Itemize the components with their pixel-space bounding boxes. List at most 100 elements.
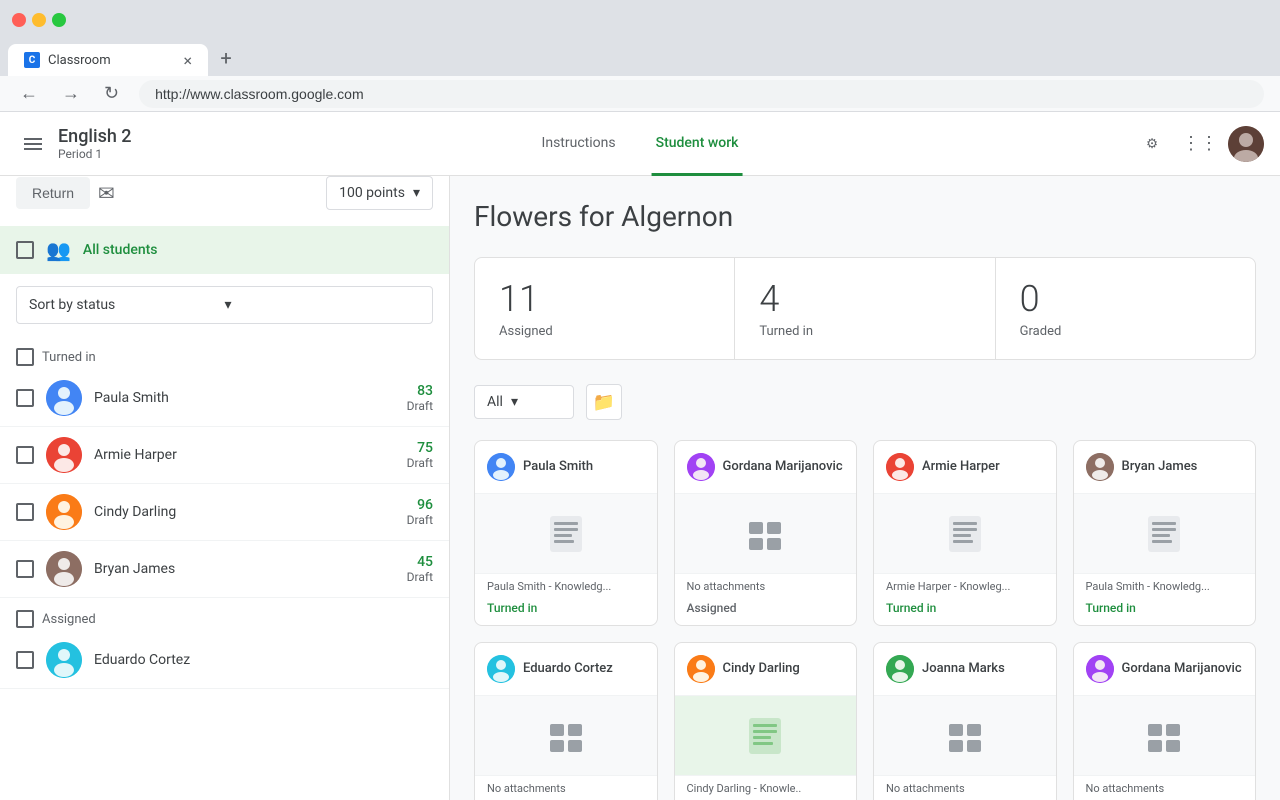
student-row-armie-harper[interactable]: Armie Harper 75 Draft — [0, 427, 449, 484]
mail-icon[interactable]: ✉ — [98, 181, 115, 205]
student-row-cindy-darling[interactable]: Cindy Darling 96 Draft — [0, 484, 449, 541]
no-attachment-icon-joanna — [945, 716, 985, 756]
maximize-dot[interactable] — [52, 13, 66, 27]
doc-thumbnail-icon-bryan — [1144, 514, 1184, 554]
tab-close-button[interactable]: × — [183, 51, 192, 70]
stat-turned-in-num: 4 — [759, 278, 970, 320]
student-card-paula[interactable]: Paula Smith Paula Smith - Knowledg... Tu… — [474, 440, 658, 626]
student-checkbox-cindy[interactable] — [16, 503, 34, 521]
student-row-paula-smith[interactable]: Paula Smith 83 Draft — [0, 370, 449, 427]
stat-turned-in-label: Turned in — [759, 324, 970, 339]
student-card-cindy[interactable]: Cindy Darling Cindy Darling - Knowle.. — [674, 642, 858, 800]
all-students-row[interactable]: 👥 All students — [0, 226, 449, 274]
all-students-checkbox[interactable] — [16, 241, 34, 259]
filter-dropdown-arrow: ▾ — [511, 394, 518, 410]
back-button[interactable]: ← — [16, 79, 42, 108]
brand-info: English 2 Period 1 — [58, 126, 132, 161]
student-checkbox-bryan[interactable] — [16, 560, 34, 578]
student-name-cindy: Cindy Darling — [94, 504, 395, 520]
student-avatar-paula — [46, 380, 82, 416]
address-bar: ← → ↻ — [0, 76, 1280, 112]
student-card-joanna[interactable]: Joanna Marks No attachments — [873, 642, 1057, 800]
card-name-cindy: Cindy Darling — [723, 661, 800, 678]
section-assigned-checkbox[interactable] — [16, 610, 34, 628]
card-status-paula: Turned in — [475, 597, 657, 625]
card-avatar-paula — [487, 453, 515, 481]
card-header-armie: Armie Harper — [874, 441, 1056, 494]
card-header-paula: Paula Smith — [475, 441, 657, 494]
student-row-bryan-james[interactable]: Bryan James 45 Draft — [0, 541, 449, 598]
student-name-bryan: Bryan James — [94, 561, 395, 577]
stat-graded: 0 Graded — [996, 258, 1255, 359]
tab-favicon: C — [24, 52, 40, 68]
stat-assigned: 11 Assigned — [475, 258, 735, 359]
settings-button[interactable]: ⚙ — [1132, 124, 1172, 164]
user-avatar[interactable] — [1228, 126, 1264, 162]
student-card-gordana[interactable]: Gordana Marijanovic No attachments Assig… — [674, 440, 858, 626]
all-students-icon: 👥 — [46, 238, 71, 262]
section-turned-in-checkbox[interactable] — [16, 348, 34, 366]
student-card-bryan[interactable]: Bryan James Paula Smith - Knowledg... Tu… — [1073, 440, 1257, 626]
sort-dropdown-arrow: ▾ — [225, 297, 421, 313]
card-header-gordana: Gordana Marijanovic — [675, 441, 857, 494]
apps-button[interactable]: ⋮⋮ — [1180, 124, 1220, 164]
stat-assigned-num: 11 — [499, 278, 710, 320]
hamburger-menu[interactable] — [16, 127, 50, 161]
student-card-armie[interactable]: Armie Harper Armie Harper - Knowleg... T… — [873, 440, 1057, 626]
card-header-joanna: Joanna Marks — [874, 643, 1056, 696]
card-status-armie: Turned in — [874, 597, 1056, 625]
sort-dropdown[interactable]: Sort by status ▾ — [16, 286, 433, 324]
close-dot[interactable] — [12, 13, 26, 27]
student-checkbox-armie[interactable] — [16, 446, 34, 464]
minimize-dot[interactable] — [32, 13, 46, 27]
card-filename-gordana2: No attachments — [1074, 776, 1256, 799]
card-name-eduardo: Eduardo Cortez — [523, 661, 613, 678]
url-input[interactable] — [139, 80, 1264, 108]
stat-assigned-label: Assigned — [499, 324, 710, 339]
browser-dots — [12, 13, 66, 27]
card-name-gordana2: Gordana Marijanovic — [1122, 661, 1242, 678]
forward-button[interactable]: → — [58, 79, 84, 108]
return-button[interactable]: Return — [16, 177, 90, 209]
card-avatar-gordana2 — [1086, 655, 1114, 683]
card-header-cindy: Cindy Darling — [675, 643, 857, 696]
tab-student-work[interactable]: Student work — [652, 113, 743, 176]
card-header-bryan: Bryan James — [1074, 441, 1256, 494]
card-name-armie: Armie Harper — [922, 459, 1000, 476]
folder-button[interactable]: 📁 — [586, 384, 622, 420]
card-filename-paula: Paula Smith - Knowledg... — [475, 574, 657, 597]
new-tab-button[interactable]: + — [212, 44, 240, 72]
student-grade-paula: 83 Draft — [407, 383, 433, 413]
no-attachment-icon-gordana2 — [1144, 716, 1184, 756]
doc-thumbnail-icon-cindy — [745, 716, 785, 756]
sort-label: Sort by status — [29, 297, 225, 313]
sidebar-toolbar: Return ✉ 100 points ▾ — [0, 176, 449, 226]
section-assigned: Assigned — [0, 598, 449, 632]
all-students-label: All students — [83, 242, 158, 258]
student-checkbox-eduardo[interactable] — [16, 651, 34, 669]
card-name-bryan: Bryan James — [1122, 459, 1198, 476]
student-name-armie: Armie Harper — [94, 447, 395, 463]
student-avatar-armie — [46, 437, 82, 473]
no-attachment-icon-eduardo — [546, 716, 586, 756]
stat-graded-label: Graded — [1020, 324, 1231, 339]
filter-select[interactable]: All ▾ — [474, 385, 574, 419]
stats-row: 11 Assigned 4 Turned in 0 Graded — [474, 257, 1256, 360]
reload-button[interactable]: ↻ — [100, 79, 123, 108]
tab-instructions[interactable]: Instructions — [538, 113, 620, 176]
card-filename-eduardo: No attachments — [475, 776, 657, 799]
student-card-gordana2[interactable]: Gordana Marijanovic No attachments — [1073, 642, 1257, 800]
section-turned-in: Turned in — [0, 336, 449, 370]
student-card-eduardo[interactable]: Eduardo Cortez No attachments — [474, 642, 658, 800]
brand-subtitle: Period 1 — [58, 147, 132, 161]
apps-icon: ⋮⋮ — [1182, 133, 1218, 154]
student-grade-armie: 75 Draft — [407, 440, 433, 470]
section-assigned-label: Assigned — [42, 612, 96, 627]
content-area: Flowers for Algernon 11 Assigned 4 Turne… — [450, 176, 1280, 800]
student-checkbox-paula[interactable] — [16, 389, 34, 407]
points-select[interactable]: 100 points ▾ — [326, 176, 433, 210]
tab-title: Classroom — [48, 53, 175, 68]
student-row-eduardo[interactable]: Eduardo Cortez — [0, 632, 449, 689]
browser-tab[interactable]: C Classroom × — [8, 44, 208, 76]
student-name-paula: Paula Smith — [94, 390, 395, 406]
